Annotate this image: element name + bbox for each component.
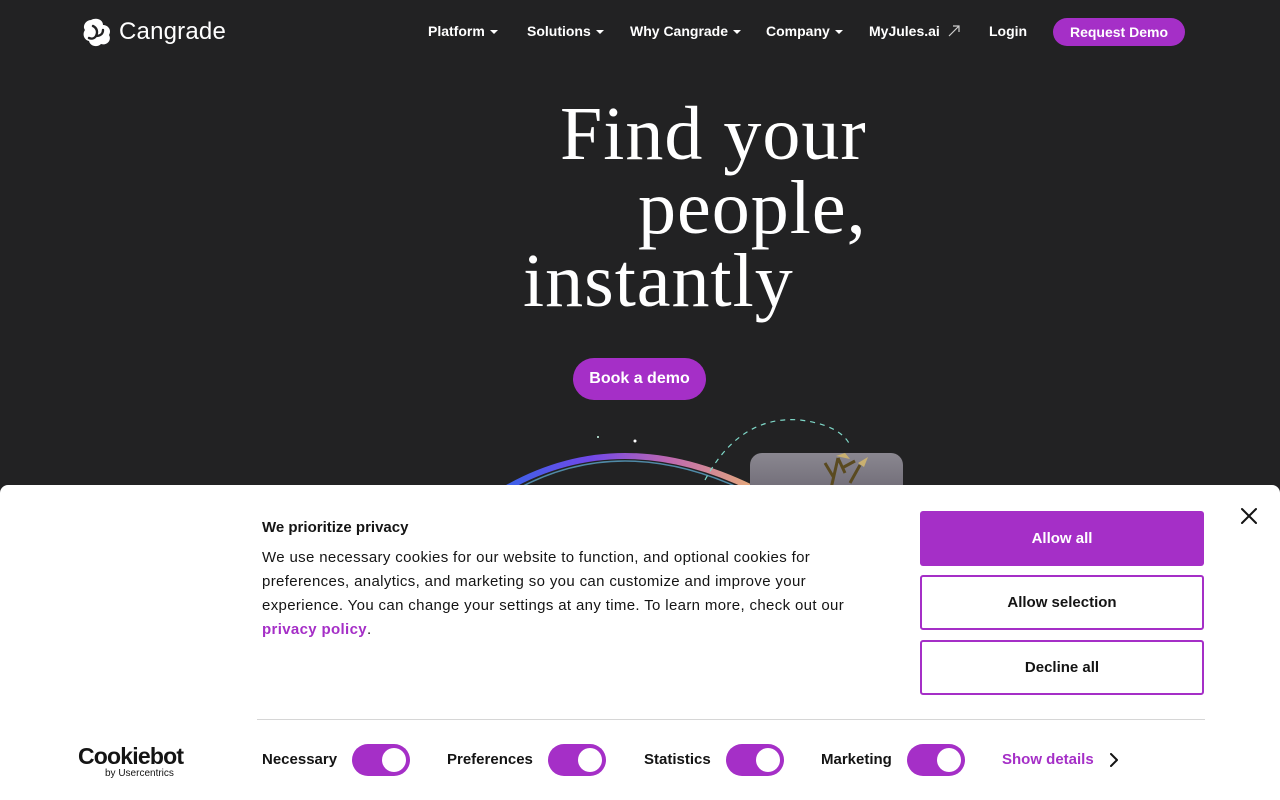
request-demo-button[interactable]: Request Demo	[1053, 18, 1185, 46]
allow-all-button[interactable]: Allow all	[920, 511, 1204, 566]
cookiebot-byline: by Usercentrics	[105, 768, 174, 779]
hero-heading-line-2: people,	[638, 166, 867, 250]
toggle-marketing[interactable]	[907, 744, 965, 776]
cangrade-logo-icon	[83, 18, 111, 47]
nav-login-label: Login	[989, 23, 1028, 39]
nav-company[interactable]: Company	[766, 23, 843, 39]
cookie-title: We prioritize privacy	[262, 519, 409, 536]
cookie-body-period: .	[366, 621, 372, 638]
top-navigation: Cangrade Platform Solutions Why Cangrade…	[0, 0, 1280, 64]
caret-down-icon	[595, 29, 604, 34]
chevron-right-icon	[1109, 752, 1118, 767]
toggle-label-statistics: Statistics	[644, 751, 711, 768]
toggle-label-marketing: Marketing	[821, 751, 892, 768]
toggle-label-preferences: Preferences	[447, 751, 533, 768]
decline-all-button[interactable]: Decline all	[920, 640, 1204, 695]
privacy-policy-link[interactable]: privacy policy	[262, 621, 367, 638]
hero-heading-line-1: Find your	[560, 92, 867, 176]
cookie-consent-banner: We prioritize privacy We use necessary c…	[0, 485, 1280, 800]
nav-why-cangrade-label: Why Cangrade	[630, 23, 729, 39]
cookie-body-text: We use necessary cookies for our website…	[262, 549, 845, 614]
cookiebot-wordmark: Cookiebot	[78, 743, 184, 769]
cookiebot-logo: Cookiebot by Usercentrics	[78, 743, 184, 779]
show-details-label: Show details	[1002, 751, 1094, 768]
brand-logo[interactable]: Cangrade	[81, 16, 226, 48]
caret-down-icon	[489, 29, 498, 34]
nav-why-cangrade[interactable]: Why Cangrade	[630, 23, 742, 39]
nav-solutions-label: Solutions	[527, 23, 591, 39]
nav-company-label: Company	[766, 23, 830, 39]
nav-myjules-label: MyJules.ai	[869, 23, 940, 39]
toggle-knob	[937, 748, 961, 772]
cookie-divider	[257, 719, 1205, 720]
book-demo-button[interactable]: Book a demo	[573, 358, 706, 400]
toggle-knob	[756, 748, 780, 772]
cookie-description: We use necessary cookies for our website…	[262, 546, 872, 642]
close-icon[interactable]	[1238, 505, 1260, 527]
caret-down-icon	[733, 29, 742, 34]
nav-solutions[interactable]: Solutions	[527, 23, 604, 39]
toggle-knob	[382, 748, 406, 772]
toggle-label-necessary: Necessary	[262, 751, 338, 768]
nav-platform-label: Platform	[428, 23, 485, 39]
nav-login[interactable]: Login	[989, 23, 1027, 39]
nav-platform[interactable]: Platform	[428, 23, 498, 39]
allow-selection-button[interactable]: Allow selection	[920, 575, 1204, 630]
toggle-knob	[578, 748, 602, 772]
toggle-preferences[interactable]	[548, 744, 606, 776]
toggle-necessary[interactable]	[352, 744, 410, 776]
brand-name: Cangrade	[119, 18, 227, 45]
nav-myjules[interactable]: MyJules.ai	[869, 23, 961, 39]
hero-decoration	[380, 419, 900, 490]
caret-down-icon	[834, 29, 843, 34]
arrow-up-right-icon	[948, 25, 960, 37]
show-details-link[interactable]: Show details	[1002, 751, 1118, 768]
toggle-statistics[interactable]	[726, 744, 784, 776]
hero-heading-line-3: instantly	[523, 239, 794, 323]
